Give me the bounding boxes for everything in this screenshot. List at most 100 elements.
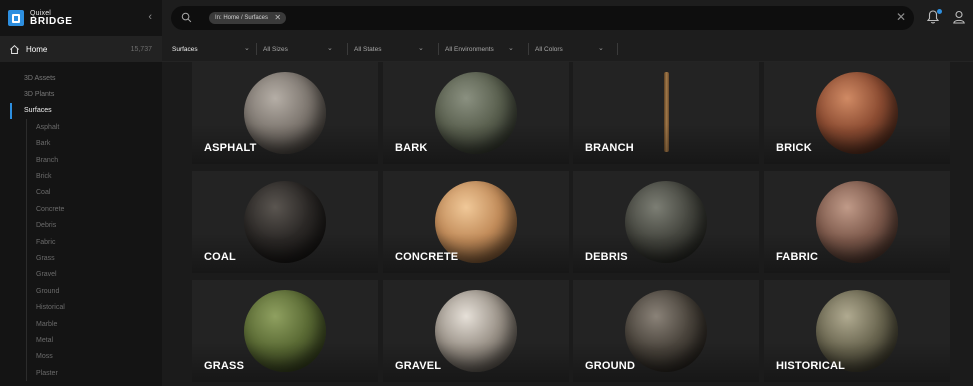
filter-type-dropdown[interactable]: Surfaces ⌄ — [172, 36, 252, 62]
sidebar-item-metal[interactable]: Metal — [0, 332, 162, 348]
tree-item-label: Debris — [36, 222, 57, 230]
category-card-gravel[interactable]: GRAVEL — [383, 280, 569, 382]
filter-label: All Environments — [445, 45, 494, 53]
sidebar-item-grass[interactable]: Grass — [0, 250, 162, 266]
sidebar-item-plaster[interactable]: Plaster — [0, 365, 162, 381]
sidebar-item-coal[interactable]: Coal — [0, 185, 162, 201]
notification-badge — [937, 9, 942, 14]
sidebar: Quixel BRIDGE ‹ Home 15,737 3D Assets 3D… — [0, 0, 162, 386]
tree-item-label: Metal — [36, 336, 54, 344]
divider — [528, 43, 529, 55]
chevron-down-icon: ⌄ — [598, 45, 604, 52]
filter-label: Surfaces — [172, 45, 198, 53]
tree-item-label: Grass — [36, 254, 55, 262]
card-label: BARK — [395, 142, 428, 154]
clear-search-close-icon[interactable]: ✕ — [896, 10, 906, 24]
chip-label: In: Home / Surfaces — [215, 15, 269, 21]
tree-item-label: Moss — [36, 353, 53, 361]
tree-item-label: Asphalt — [36, 123, 60, 131]
home-icon — [10, 44, 19, 54]
card-label: CONCRETE — [395, 251, 459, 263]
filter-label: All States — [354, 45, 382, 53]
home-label: Home — [26, 44, 48, 54]
brand[interactable]: Quixel BRIDGE ‹ — [0, 0, 162, 36]
filter-size-dropdown[interactable]: All Sizes ⌄ — [263, 36, 345, 62]
search-icon — [181, 12, 192, 23]
tree-item-label: Bark — [36, 140, 51, 148]
tree-item-label: Plaster — [36, 369, 58, 377]
category-card-ground[interactable]: GROUND — [573, 280, 759, 382]
chevron-down-icon: ⌄ — [418, 45, 424, 52]
sidebar-item-surfaces[interactable]: Surfaces — [0, 102, 162, 120]
sidebar-item-asphalt[interactable]: Asphalt — [0, 119, 162, 135]
filter-bar: Surfaces ⌄ All Sizes ⌄ All States ⌄ All … — [162, 36, 973, 62]
divider — [256, 43, 257, 55]
chevron-down-icon: ⌄ — [327, 45, 333, 52]
category-tree: 3D Assets 3D Plants Surfaces Asphalt Bar… — [0, 70, 162, 382]
user-account-icon[interactable] — [952, 9, 966, 25]
tree-item-label: Marble — [36, 320, 58, 328]
category-card-asphalt[interactable]: ASPHALT — [192, 62, 378, 164]
tree-item-label: Gravel — [36, 271, 57, 279]
tree-item-label: Ground — [36, 287, 60, 295]
sidebar-item-gravel[interactable]: Gravel — [0, 267, 162, 283]
card-label: ASPHALT — [204, 142, 257, 154]
sidebar-item-ground[interactable]: Ground — [0, 283, 162, 299]
filter-color-dropdown[interactable]: All Colors ⌄ — [535, 36, 619, 62]
search-filter-chip[interactable]: In: Home / Surfaces ✕ — [209, 12, 287, 24]
category-card-fabric[interactable]: FABRIC — [764, 171, 950, 273]
tree-item-label: 3D Plants — [24, 91, 55, 99]
filter-state-dropdown[interactable]: All States ⌄ — [354, 36, 438, 62]
top-bar: In: Home / Surfaces ✕ ✕ — [162, 0, 973, 36]
category-card-bark[interactable]: BARK — [383, 62, 569, 164]
category-card-branch[interactable]: BRANCH — [573, 62, 759, 164]
chevron-down-icon: ⌄ — [244, 45, 250, 52]
card-label: GRASS — [204, 360, 245, 372]
bridge-logo-icon — [8, 10, 24, 26]
category-card-historical[interactable]: HISTORICAL — [764, 280, 950, 382]
brand-name: Quixel BRIDGE — [30, 10, 73, 27]
card-label: GRAVEL — [395, 360, 442, 372]
category-card-grass[interactable]: GRASS — [192, 280, 378, 382]
tree-item-label: Coal — [36, 189, 51, 197]
category-card-coal[interactable]: COAL — [192, 171, 378, 273]
divider — [347, 43, 348, 55]
collapse-sidebar-chevron-icon[interactable]: ‹ — [148, 11, 152, 23]
sidebar-item-marble[interactable]: Marble — [0, 316, 162, 332]
remove-chip-close-icon[interactable]: ✕ — [274, 12, 281, 24]
brand-line-2: BRIDGE — [30, 15, 73, 27]
sidebar-item-3d-assets[interactable]: 3D Assets — [0, 70, 162, 86]
tree-item-label: 3D Assets — [24, 74, 56, 82]
divider — [617, 43, 618, 55]
filter-label: All Colors — [535, 45, 563, 53]
tree-item-label: Brick — [36, 173, 52, 181]
filter-environment-dropdown[interactable]: All Environments ⌄ — [445, 36, 527, 62]
sidebar-item-3d-plants[interactable]: 3D Plants — [0, 86, 162, 102]
card-label: COAL — [204, 251, 236, 263]
sidebar-item-branch[interactable]: Branch — [0, 152, 162, 168]
chevron-down-icon: ⌄ — [508, 45, 514, 52]
tree-item-label: Historical — [36, 304, 65, 312]
card-label: DEBRIS — [585, 251, 628, 263]
divider — [438, 43, 439, 55]
card-label: BRANCH — [585, 142, 634, 154]
tree-item-label: Concrete — [36, 205, 65, 213]
sidebar-item-fabric[interactable]: Fabric — [0, 234, 162, 250]
tree-item-label: Fabric — [36, 238, 56, 246]
sidebar-item-brick[interactable]: Brick — [0, 168, 162, 184]
card-label: FABRIC — [776, 251, 819, 263]
tree-item-label: Branch — [36, 156, 59, 164]
category-card-brick[interactable]: BRICK — [764, 62, 950, 164]
sidebar-item-home[interactable]: Home 15,737 — [0, 36, 162, 62]
card-label: HISTORICAL — [776, 360, 846, 372]
card-label: GROUND — [585, 360, 636, 372]
sidebar-item-bark[interactable]: Bark — [0, 136, 162, 152]
search-input[interactable]: In: Home / Surfaces ✕ ✕ — [171, 6, 914, 30]
sidebar-item-concrete[interactable]: Concrete — [0, 201, 162, 217]
sidebar-item-moss[interactable]: Moss — [0, 349, 162, 365]
card-label: BRICK — [776, 142, 812, 154]
sidebar-item-historical[interactable]: Historical — [0, 299, 162, 315]
category-card-concrete[interactable]: CONCRETE — [383, 171, 569, 273]
category-card-debris[interactable]: DEBRIS — [573, 171, 759, 273]
sidebar-item-debris[interactable]: Debris — [0, 218, 162, 234]
